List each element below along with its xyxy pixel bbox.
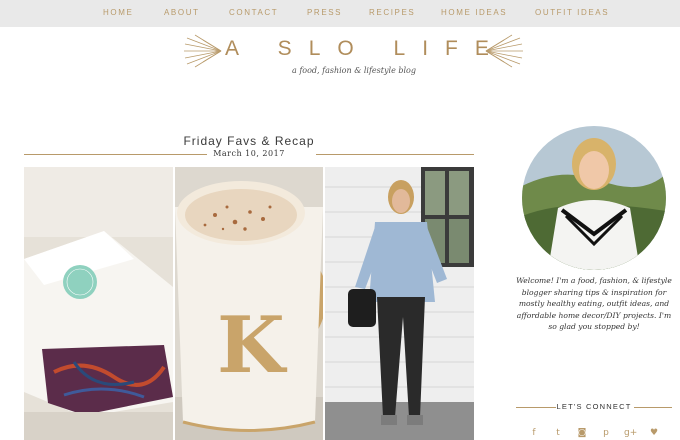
post-photo-outfit[interactable] <box>325 167 474 440</box>
lets-connect-label: LET'S CONNECT <box>556 402 632 411</box>
top-navigation: HOME ABOUT CONTACT PRESS RECIPES HOME ID… <box>0 0 680 27</box>
facebook-icon[interactable]: f <box>528 427 540 439</box>
post-date: March 10, 2017 <box>213 149 285 158</box>
lets-connect-heading: LET'S CONNECT <box>516 401 672 413</box>
post-photo-latte-mug[interactable]: K <box>175 167 323 440</box>
nav-item-recipes[interactable]: RECIPES <box>369 8 415 17</box>
logo-sunburst-right-icon <box>485 34 523 68</box>
nav-item-home[interactable]: HOME <box>103 8 133 17</box>
nav-item-home-ideas[interactable]: HOME IDEAS <box>441 8 507 17</box>
nav-item-press[interactable]: PRESS <box>307 8 342 17</box>
post-photo-gift-bag[interactable] <box>24 167 173 440</box>
nav-item-about[interactable]: ABOUT <box>164 8 200 17</box>
logo-title[interactable]: A SLO LIFE <box>225 37 489 61</box>
logo-sunburst-left-icon <box>184 34 222 68</box>
nav-item-contact[interactable]: CONTACT <box>229 8 278 17</box>
author-avatar[interactable] <box>522 126 666 270</box>
twitter-icon[interactable]: t <box>552 427 564 439</box>
post-title[interactable]: Friday Favs & Recap <box>24 134 474 148</box>
post-date-row: March 10, 2017 <box>24 148 474 160</box>
google-plus-icon[interactable]: g+ <box>624 427 637 439</box>
pinterest-icon[interactable]: p <box>600 427 612 439</box>
author-bio: Welcome! I'm a food, fashion, & lifestyl… <box>516 276 672 332</box>
nav-item-outfit-ideas[interactable]: OUTFIT IDEAS <box>535 8 609 17</box>
instagram-icon[interactable]: ◙ <box>576 427 588 439</box>
logo-tagline: a food, fashion & lifestyle blog <box>292 66 416 75</box>
svg-text:K: K <box>217 300 288 391</box>
heart-icon[interactable]: ♥ <box>648 427 660 439</box>
